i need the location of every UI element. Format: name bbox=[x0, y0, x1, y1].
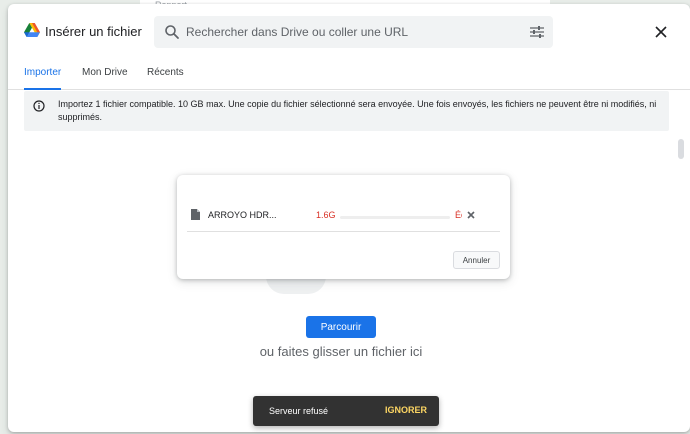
upload-progress-bar bbox=[340, 216, 450, 219]
search-box[interactable] bbox=[154, 16, 553, 48]
file-size: 1.6G bbox=[316, 210, 336, 220]
info-banner: Importez 1 fichier compatible. 10 GB max… bbox=[24, 91, 669, 131]
close-icon[interactable] bbox=[654, 25, 668, 39]
search-icon bbox=[165, 25, 179, 39]
search-options-icon[interactable] bbox=[530, 26, 544, 38]
file-icon bbox=[191, 209, 200, 220]
tab-recents[interactable]: Récents bbox=[147, 67, 184, 90]
card-divider bbox=[187, 231, 500, 232]
info-text: Importez 1 fichier compatible. 10 GB max… bbox=[58, 99, 657, 122]
snackbar-message: Serveur refusé bbox=[269, 406, 329, 416]
tab-importer[interactable]: Importer bbox=[24, 67, 62, 90]
file-name: ARROYO HDR... bbox=[208, 210, 277, 220]
tab-bar: Importer Mon Drive Récents bbox=[8, 60, 690, 90]
cancel-button[interactable]: Annuler bbox=[453, 251, 500, 269]
browse-button[interactable]: Parcourir bbox=[306, 316, 376, 338]
drop-hint-text: ou faites glisser un fichier ici bbox=[259, 344, 423, 359]
google-drive-logo-icon bbox=[24, 23, 40, 37]
snackbar: Serveur refusé IGNORER bbox=[253, 396, 439, 426]
search-input[interactable] bbox=[186, 23, 516, 41]
scrollbar-thumb[interactable] bbox=[678, 139, 684, 159]
tab-mon-drive[interactable]: Mon Drive bbox=[82, 67, 128, 90]
info-icon bbox=[33, 100, 45, 112]
dialog-header: Insérer un fichier bbox=[8, 4, 690, 60]
snackbar-ignore-button[interactable]: IGNORER bbox=[385, 405, 427, 415]
upload-progress-card: ARROYO HDR... 1.6G Échec Annuler bbox=[177, 175, 510, 279]
dialog-title: Insérer un fichier bbox=[45, 24, 142, 39]
remove-file-icon[interactable] bbox=[467, 211, 475, 219]
upload-status: Échec bbox=[455, 210, 462, 220]
insert-file-dialog: Insérer un fichier Importer Mon Drive bbox=[8, 4, 690, 432]
